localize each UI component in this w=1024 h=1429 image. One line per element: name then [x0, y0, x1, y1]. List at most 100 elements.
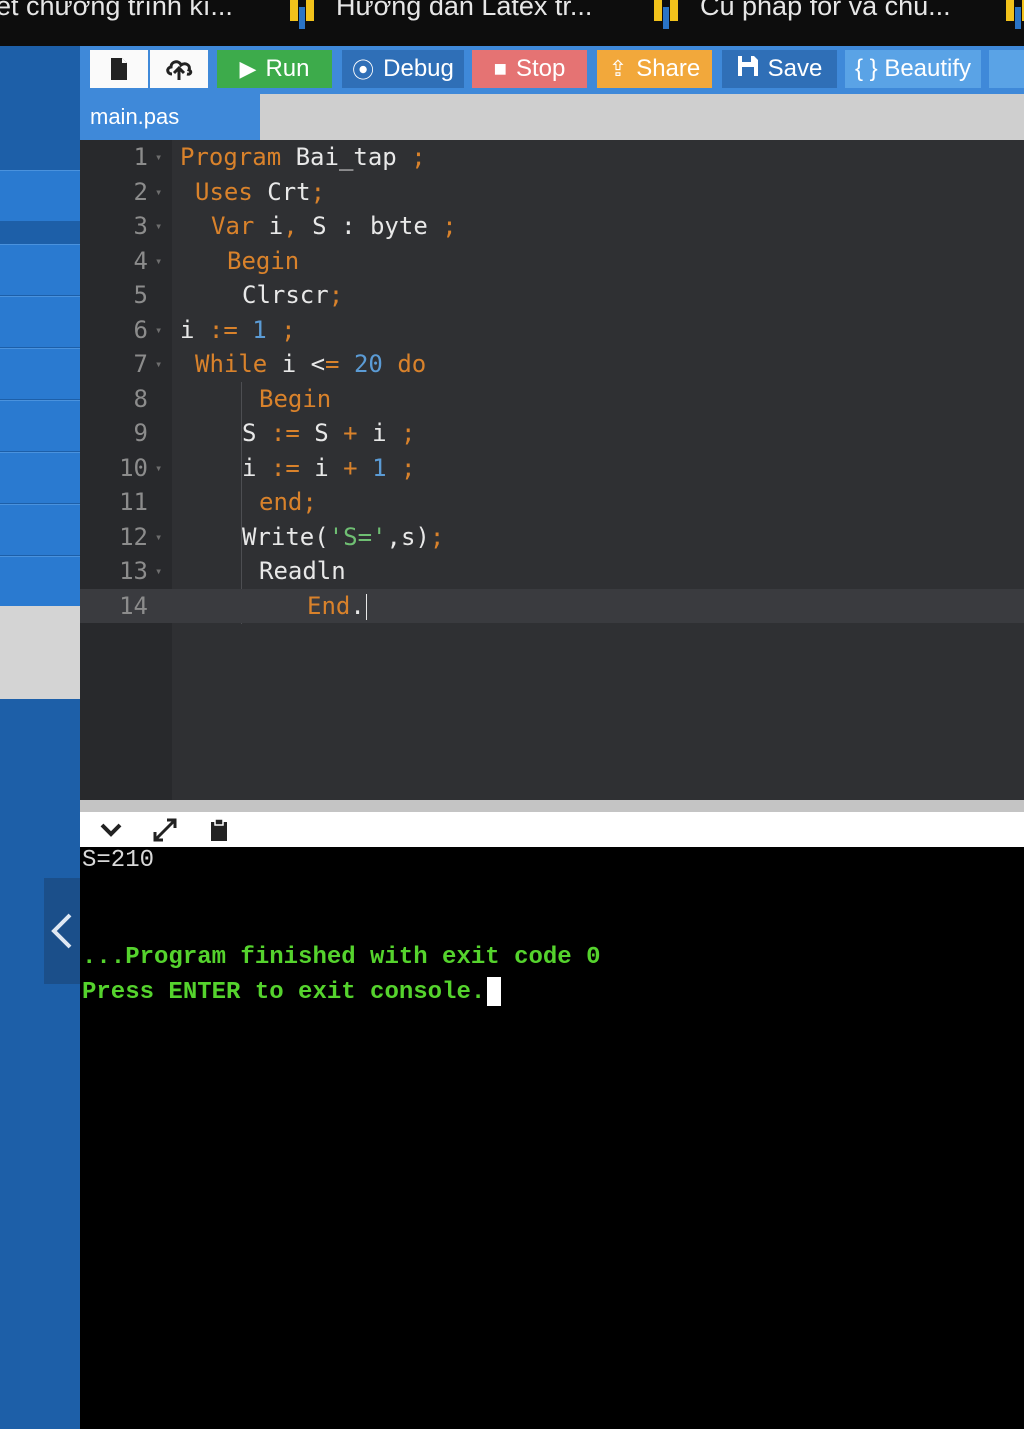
debug-icon: ⦿	[352, 58, 375, 83]
code-token: i	[180, 315, 209, 344]
code-token: ;	[411, 143, 426, 171]
code-token: :=	[270, 419, 300, 447]
expand-console-button[interactable]	[150, 816, 180, 844]
code-token: ;	[310, 177, 326, 206]
code-token: i	[299, 453, 344, 482]
code-line-active[interactable]: 14 End.	[80, 588, 1024, 623]
code-line[interactable]: 9 S := S + i ;	[80, 416, 1024, 451]
code-token: +	[343, 419, 358, 447]
code-token: ;	[400, 453, 416, 482]
code-token: .	[350, 591, 365, 620]
fold-arrow-icon[interactable]: ▾	[155, 140, 162, 175]
console-prompt-text: Press ENTER to exit console.	[82, 978, 486, 1006]
collapse-sidebar-button[interactable]	[44, 878, 80, 984]
sidebar-selected-item[interactable]	[0, 606, 80, 699]
code-token: =	[325, 350, 340, 378]
line-number: 5	[133, 281, 148, 309]
stop-label: Stop	[515, 55, 566, 82]
console-program-output: S=210	[82, 847, 155, 874]
site-favicon-icon	[652, 0, 682, 21]
code-line[interactable]: 10 ▾ i := i + 1 ;	[80, 451, 1024, 486]
code-token: Crt	[252, 177, 311, 206]
console-finish-message: ...Program finished with exit code 0	[82, 944, 601, 971]
browser-tab[interactable]: ết chương trình kí...	[0, 0, 233, 26]
run-button[interactable]: ▶ Run	[217, 50, 332, 88]
code-token: 20	[353, 350, 383, 378]
browser-tab[interactable]: Hướng dẫn Latex tr...	[288, 0, 592, 26]
console-output[interactable]: S=210 ...Program finished with exit code…	[80, 847, 1024, 1429]
save-button[interactable]: Save	[722, 50, 837, 88]
code-token: i	[254, 212, 284, 240]
code-line[interactable]: 13 ▾ Readln	[80, 554, 1024, 589]
code-token: Begin	[227, 246, 300, 275]
sidebar-item[interactable]	[0, 170, 80, 221]
panel-splitter[interactable]	[80, 800, 1024, 812]
code-line[interactable]: 5 Clrscr;	[80, 278, 1024, 313]
upload-button[interactable]	[150, 50, 208, 88]
browser-tab[interactable]	[1004, 0, 1024, 26]
code-line[interactable]: 11 end;	[80, 485, 1024, 520]
file-tab-main[interactable]: main.pas	[80, 94, 260, 140]
fold-arrow-icon[interactable]: ▾	[155, 451, 162, 486]
share-button[interactable]: ⇪ Share	[597, 50, 712, 88]
line-number: 12	[119, 522, 148, 551]
fold-arrow-icon[interactable]: ▾	[155, 520, 162, 555]
code-line[interactable]: 8 Begin	[80, 382, 1024, 417]
run-label: Run	[265, 55, 310, 82]
share-label: Share	[636, 55, 701, 82]
new-file-button[interactable]	[90, 50, 148, 88]
sidebar-item[interactable]	[0, 348, 80, 399]
line-number: 9	[133, 419, 148, 447]
copy-output-button[interactable]	[204, 816, 234, 844]
line-number: 11	[119, 488, 148, 516]
fold-arrow-icon[interactable]: ▾	[155, 209, 162, 244]
code-token: ;	[429, 522, 445, 551]
code-token: +	[343, 453, 358, 482]
minimize-console-button[interactable]	[96, 816, 126, 844]
more-toolbar-button[interactable]	[989, 50, 1024, 88]
file-tab-bar: main.pas	[80, 94, 1024, 140]
code-line[interactable]: 3 ▾ Var i, S : byte ;	[80, 209, 1024, 244]
line-number: 13	[119, 557, 148, 585]
beautify-button[interactable]: { } Beautify	[845, 50, 981, 88]
sidebar-item[interactable]	[0, 244, 80, 295]
fold-arrow-icon[interactable]: ▾	[155, 244, 162, 279]
sidebar-item[interactable]	[0, 400, 80, 451]
site-favicon-icon	[1004, 0, 1024, 21]
code-line[interactable]: 6 ▾ i := 1 ;	[80, 313, 1024, 348]
file-icon	[111, 58, 127, 80]
code-editor[interactable]: 1 ▾ Program Bai_tap ; 2 ▾ Uses Crt; 3 ▾ …	[80, 140, 1024, 800]
sidebar-item[interactable]	[0, 452, 80, 503]
code-token: ;	[328, 281, 344, 309]
code-line[interactable]: 12 ▾ Write('S=',s);	[80, 520, 1024, 555]
expand-arrows-icon	[153, 818, 177, 842]
code-line[interactable]: 7 ▾ While i <= 20 do	[80, 347, 1024, 382]
code-token: Program	[180, 143, 282, 171]
code-token: :=	[208, 315, 238, 344]
console-prompt-line: Press ENTER to exit console.	[82, 977, 502, 1006]
code-token: End	[307, 591, 351, 620]
fold-arrow-icon[interactable]: ▾	[155, 313, 162, 348]
code-token: i	[357, 419, 401, 447]
debug-button[interactable]: ⦿ Debug	[342, 50, 464, 88]
fold-arrow-icon[interactable]: ▾	[155, 347, 162, 382]
fold-arrow-icon[interactable]: ▾	[155, 175, 162, 210]
sidebar-item[interactable]	[0, 504, 80, 555]
upload-icon	[166, 60, 193, 80]
fold-arrow-icon[interactable]: ▾	[155, 554, 162, 589]
code-token: :=	[270, 453, 300, 482]
code-line[interactable]: 4 ▾ Begin	[80, 244, 1024, 279]
share-icon: ⇪	[608, 56, 628, 81]
sidebar-item[interactable]	[0, 556, 80, 607]
code-token: S	[299, 419, 344, 447]
stop-button[interactable]: ■ Stop	[472, 50, 587, 88]
code-line[interactable]: 2 ▾ Uses Crt;	[80, 175, 1024, 210]
sidebar-item[interactable]	[0, 296, 80, 347]
code-token: Write(	[242, 522, 329, 551]
line-number: 2	[133, 177, 148, 206]
browser-tab[interactable]: Cú pháp for và chú...	[652, 0, 951, 26]
console-header	[80, 812, 1024, 847]
code-line[interactable]: 1 ▾ Program Bai_tap ;	[80, 140, 1024, 175]
